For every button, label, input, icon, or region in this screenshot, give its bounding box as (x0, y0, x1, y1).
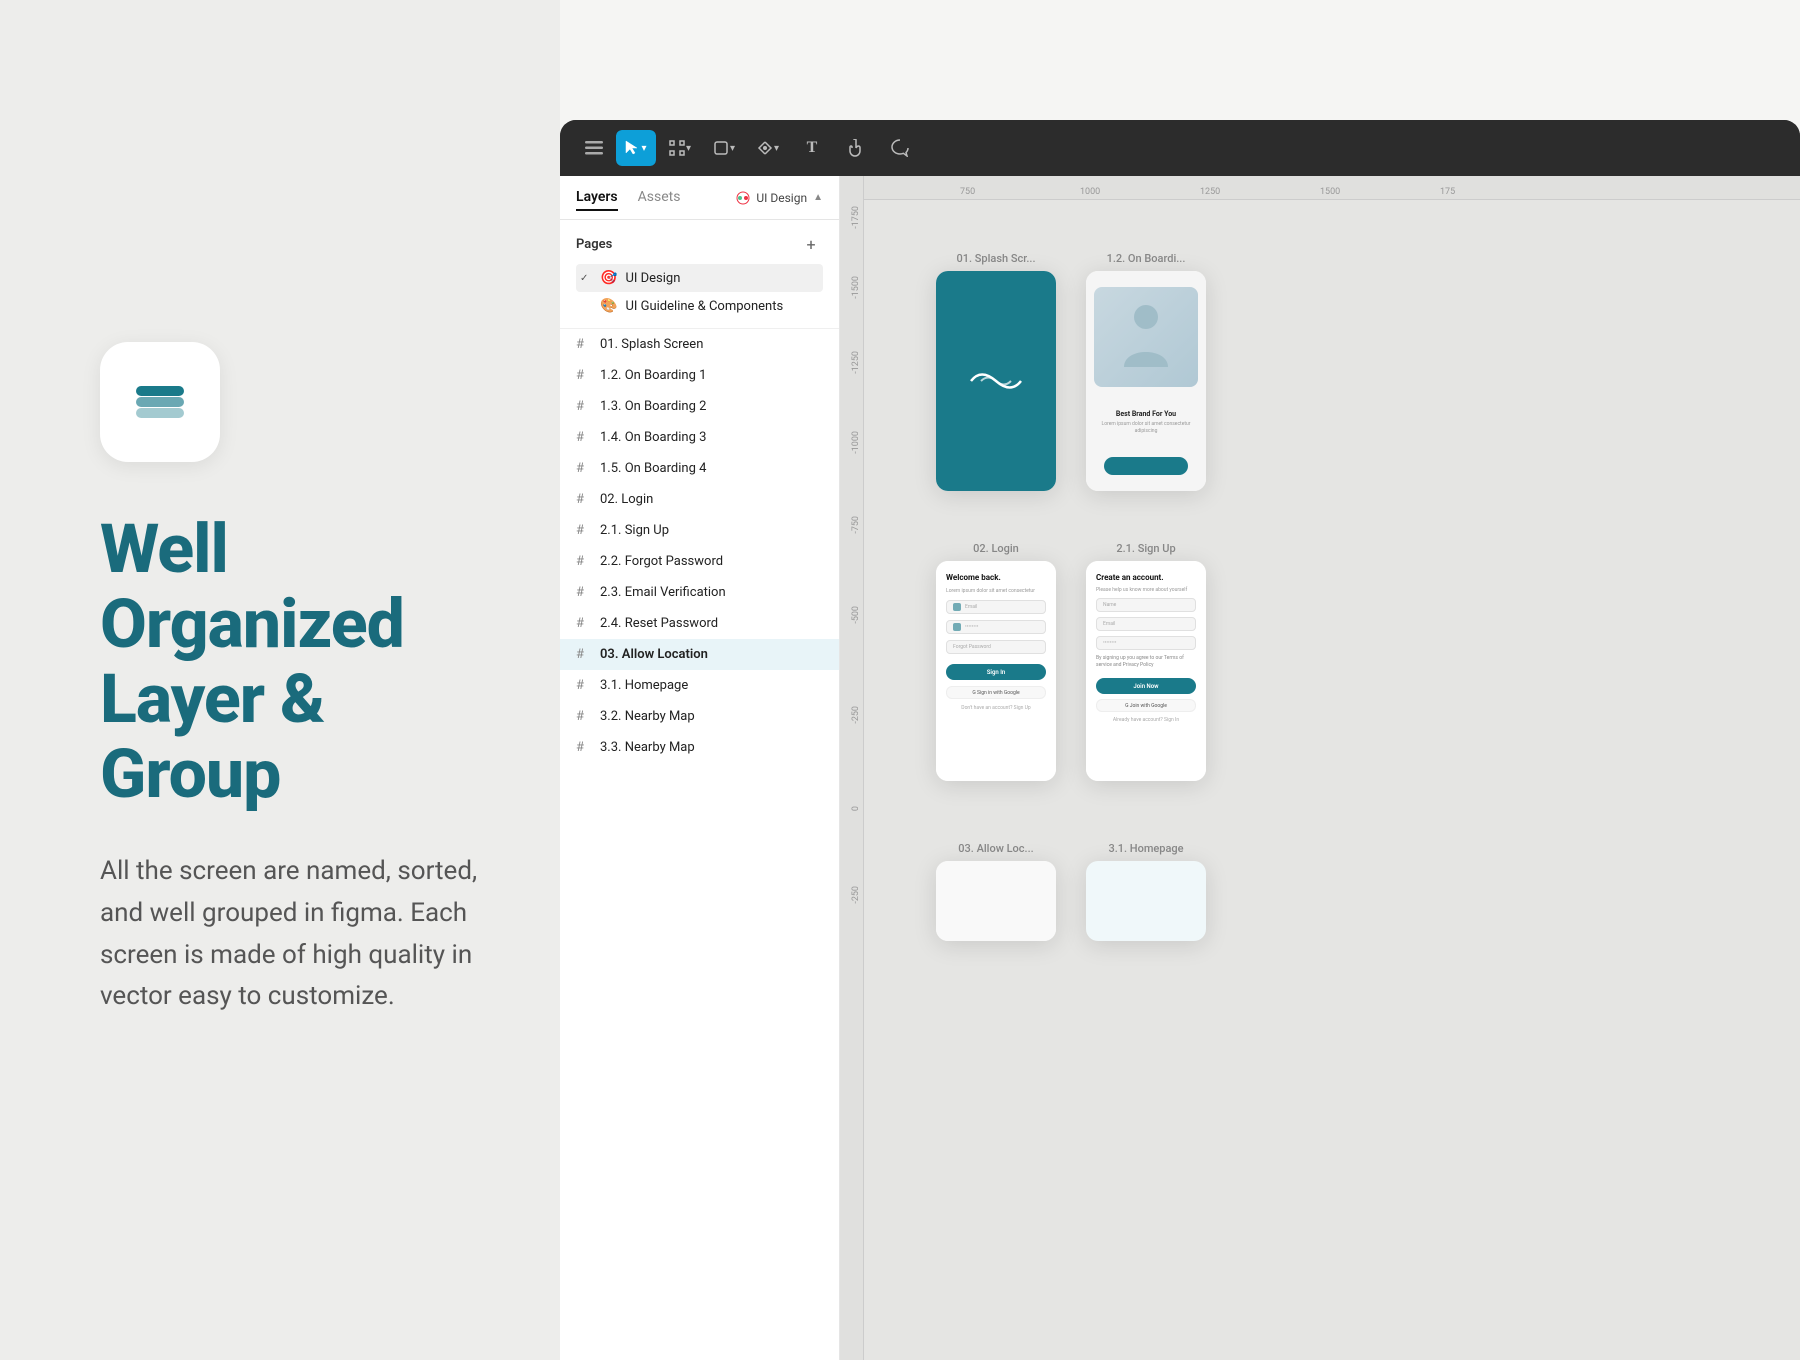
shape-tool[interactable]: ▾ (704, 130, 744, 166)
screen-group-splash: 01. Splash Scr... (936, 252, 1056, 491)
icon-box (100, 342, 220, 462)
layer-item[interactable]: # 1.2. On Boarding 1 (560, 360, 839, 391)
allow-location-screen (936, 861, 1056, 941)
frame-tool[interactable]: ▾ (660, 130, 700, 166)
stack-icon (132, 378, 188, 426)
right-panel: ▾ ▾ ▾ (560, 0, 1800, 1360)
screen-label: 2.1. Sign Up (1116, 542, 1175, 555)
screen-label: 1.2. On Boardi... (1107, 252, 1186, 265)
menu-button[interactable] (576, 130, 612, 166)
layer-item[interactable]: # 3.2. Nearby Map (560, 701, 839, 732)
screen-label: 03. Allow Loc... (958, 842, 1033, 855)
tab-assets[interactable]: Assets (638, 185, 681, 211)
onboarding-image (1094, 287, 1198, 387)
layers-panel: Layers Assets UI Design ▲ (560, 176, 840, 1360)
layers-list: # 01. Splash Screen # 1.2. On Boarding 1… (560, 329, 839, 1360)
login-screen: Welcome back. Lorem ipsum dolor sit amet… (936, 561, 1056, 781)
page-name-guideline: UI Guideline & Components (625, 299, 783, 314)
figma-window: ▾ ▾ ▾ (560, 120, 1800, 1360)
pages-header: Pages + (576, 232, 823, 256)
ruler-horizontal: 750 1000 1250 1500 175 (840, 176, 1800, 200)
page-item-ui-design[interactable]: ✓ 🎯 UI Design (576, 264, 823, 292)
layer-item[interactable]: # 3.1. Homepage (560, 670, 839, 701)
canvas-content: 01. Splash Scr... 1.2. On Boardi... (876, 212, 1800, 1360)
screen-group-allow-location: 03. Allow Loc... (936, 842, 1056, 941)
main-heading: Well Organized Layer & Group (100, 512, 480, 811)
text-tool[interactable]: T (792, 130, 832, 166)
add-page-button[interactable]: + (799, 232, 823, 256)
layer-item[interactable]: # 1.4. On Boarding 3 (560, 422, 839, 453)
layer-item[interactable]: # 02. Login (560, 484, 839, 515)
tab-layers[interactable]: Layers (576, 185, 618, 211)
check-icon: ✓ (580, 273, 592, 284)
figma-main: Layers Assets UI Design ▲ (560, 176, 1800, 1360)
layer-item-allow-location[interactable]: # 03. Allow Location (560, 639, 839, 670)
screen-card-login[interactable]: Welcome back. Lorem ipsum dolor sit amet… (936, 561, 1056, 781)
pages-title: Pages (576, 237, 612, 252)
pages-section: Pages + ✓ 🎯 UI Design 🎨 UI Guideline & C… (560, 220, 839, 329)
screen-group-onboarding: 1.2. On Boardi... (1086, 252, 1206, 491)
page-name-ui-design: UI Design (625, 271, 680, 286)
screen-group-login: 02. Login Welcome back. Lorem ipsum dolo… (936, 542, 1056, 781)
left-panel: Well Organized Layer & Group All the scr… (0, 0, 560, 1360)
layer-item[interactable]: # 2.2. Forgot Password (560, 546, 839, 577)
comment-tool[interactable] (880, 130, 920, 166)
layer-item[interactable]: # 2.1. Sign Up (560, 515, 839, 546)
description-text: All the screen are named, sorted, and we… (100, 851, 480, 1017)
screen-card-signup[interactable]: Create an account. Please help us know m… (1086, 561, 1206, 781)
toolbar: ▾ ▾ ▾ (560, 120, 1800, 176)
screen-group-homepage: 3.1. Homepage (1086, 842, 1206, 941)
splash-screen (936, 271, 1056, 491)
pen-tool[interactable]: ▾ (748, 130, 788, 166)
layer-item[interactable]: # 1.5. On Boarding 4 (560, 453, 839, 484)
onboarding-screen: Best Brand For You Lorem ipsum dolor sit… (1086, 271, 1206, 491)
signup-screen: Create an account. Please help us know m… (1086, 561, 1206, 781)
screen-card-homepage[interactable] (1086, 861, 1206, 941)
shape-tool-group: ▾ (704, 130, 744, 166)
layer-item[interactable]: # 1.3. On Boarding 2 (560, 391, 839, 422)
screen-card-onboarding[interactable]: Best Brand For You Lorem ipsum dolor sit… (1086, 271, 1206, 491)
screen-label: 02. Login (973, 542, 1019, 555)
select-tool-group: ▾ (616, 130, 656, 166)
screen-group-signup: 2.1. Sign Up Create an account. Please h… (1086, 542, 1206, 781)
canvas-area[interactable]: 750 1000 1250 1500 175 -1750 -1500 -1250… (840, 176, 1800, 1360)
layer-item[interactable]: # 3.3. Nearby Map (560, 732, 839, 763)
screen-label: 01. Splash Scr... (956, 252, 1035, 265)
page-item-guideline[interactable]: 🎨 UI Guideline & Components (576, 292, 823, 320)
screen-label: 3.1. Homepage (1108, 842, 1183, 855)
ruler-vertical: -1750 -1500 -1250 -1000 -750 -500 -250 0… (840, 176, 864, 1360)
screen-card-allow-location[interactable] (936, 861, 1056, 941)
layer-item[interactable]: # 2.4. Reset Password (560, 608, 839, 639)
page-badge[interactable]: UI Design ▲ (736, 191, 823, 205)
panel-tabs: Layers Assets UI Design ▲ (560, 176, 839, 220)
pen-tool-group: ▾ (748, 130, 788, 166)
layer-item[interactable]: # 01. Splash Screen (560, 329, 839, 360)
layer-item[interactable]: # 2.3. Email Verification (560, 577, 839, 608)
frame-tool-group: ▾ (660, 130, 700, 166)
screen-card-splash[interactable] (936, 271, 1056, 491)
hand-tool[interactable] (836, 130, 876, 166)
select-tool[interactable]: ▾ (616, 130, 656, 166)
